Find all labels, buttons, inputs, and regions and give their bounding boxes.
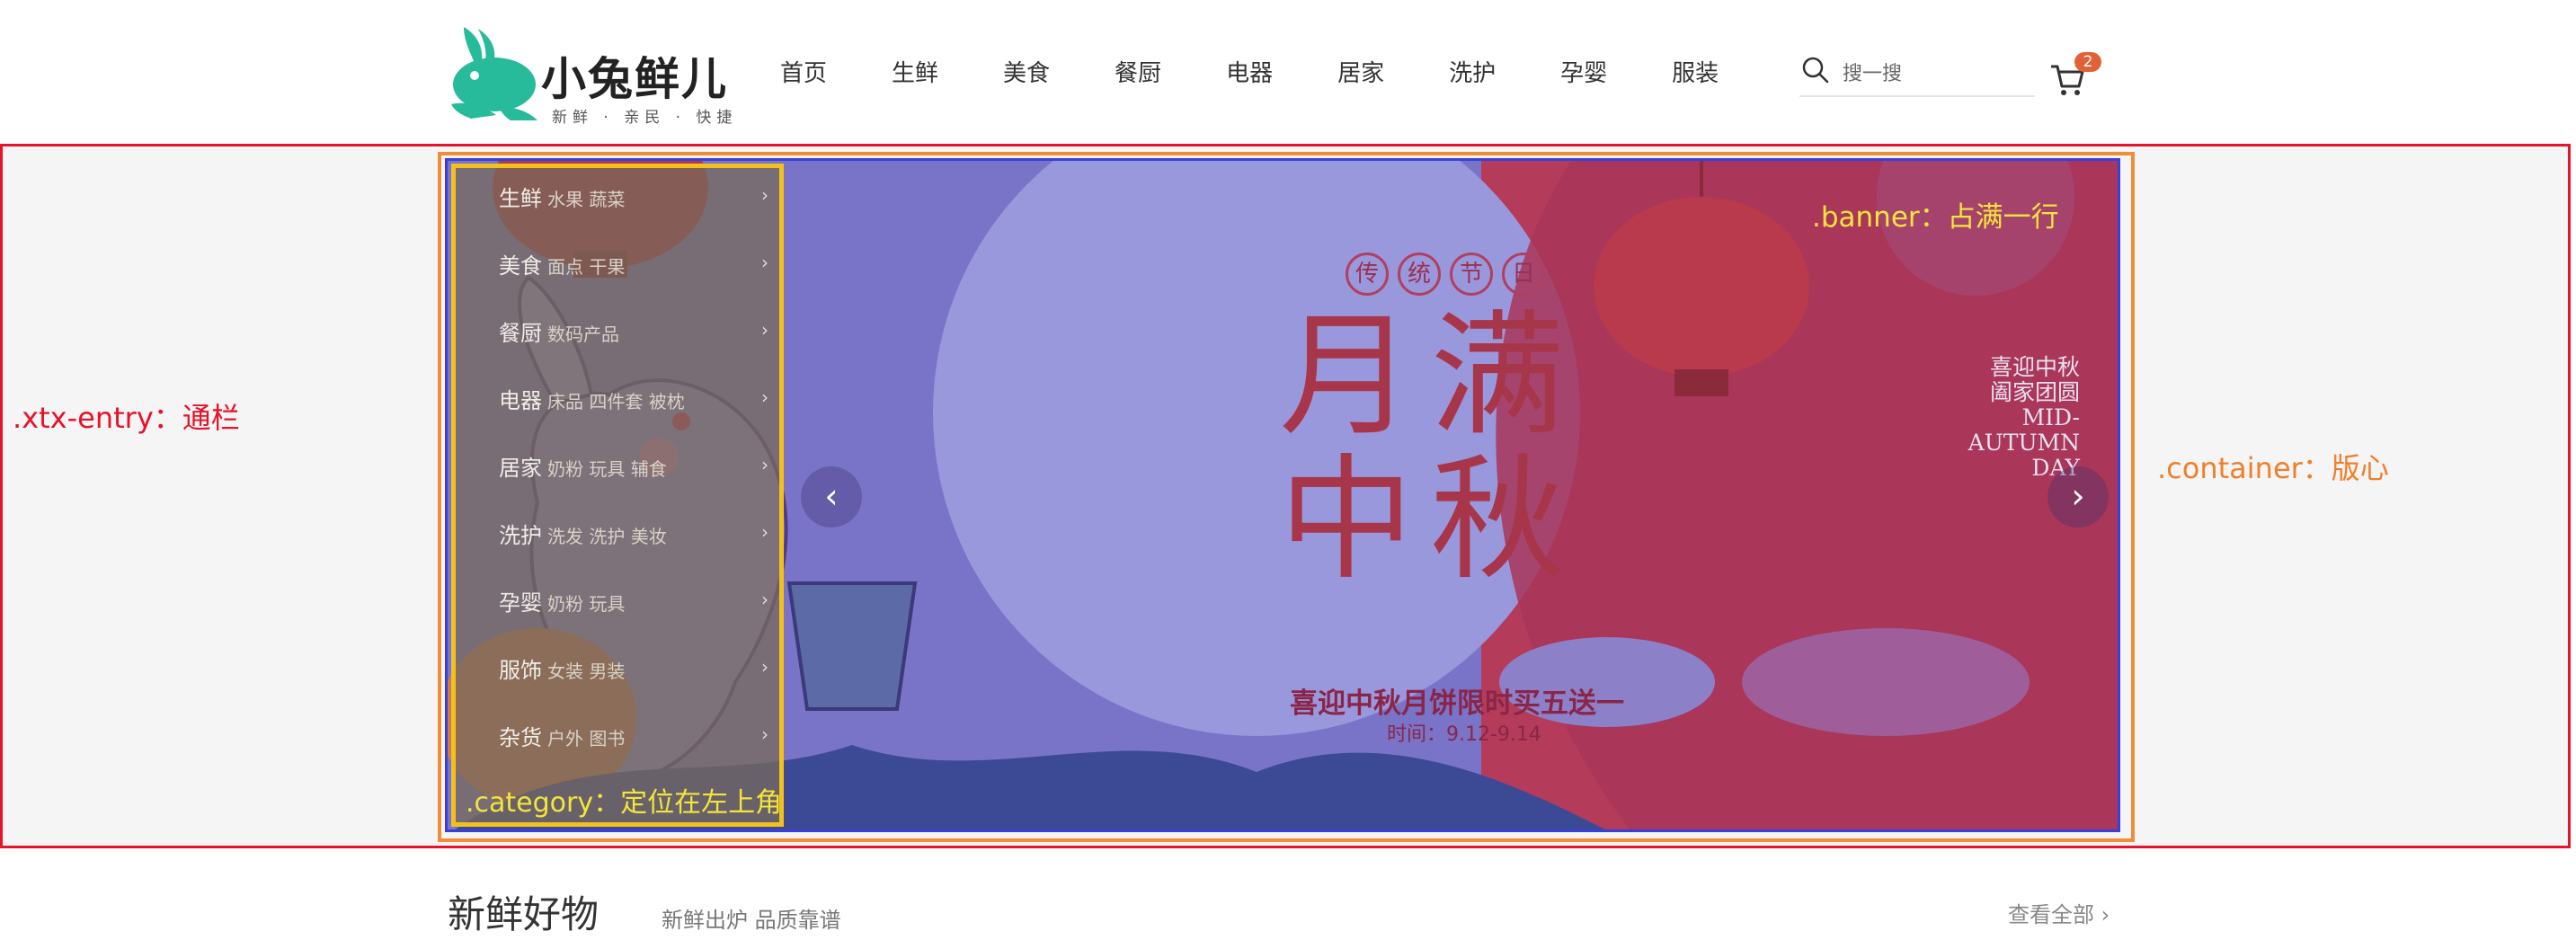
category-name: 孕婴 [499,590,542,616]
main-nav: 首页 生鲜 美食 餐厨 电器 居家 洗护 孕婴 服装 [780,54,1783,93]
tag-char: 日 [1502,253,1545,296]
cart-button[interactable]: 2 [2049,52,2101,95]
view-all-link[interactable]: 查看全部 › [2008,897,2110,928]
search-box [1799,52,2035,97]
section-title: 新鲜好物 [448,892,600,936]
nav-item-fresh[interactable]: 生鲜 [892,54,938,93]
category-name: 服饰 [499,658,542,683]
chevron-right-icon: › [761,589,768,610]
banner-side-text: 喜迎中秋 阖家团圆 MID- AUTUMN DAY [1968,354,2080,481]
chevron-right-icon: › [761,184,768,206]
category-sub: 数码产品 [547,324,619,345]
category-item[interactable]: 电器 床品 四件套 被枕 › [499,383,768,419]
chevron-right-icon: › [761,454,768,475]
category-name: 餐厨 [499,321,542,346]
category-name: 美食 [499,253,542,279]
brand-name: 小兔鲜儿 [541,53,728,105]
category-item[interactable]: 杂货 户外 图书 › [499,720,768,756]
entry-annotation: .xtx-entry：通栏 [13,401,240,435]
category-sub: 户外 图书 [547,728,626,749]
banner-title: 月满中秋 [1279,298,1582,599]
nav-item-kitchen[interactable]: 餐厨 [1115,54,1161,93]
category-sub: 奶粉 玩具 辅食 [547,458,667,480]
search-icon[interactable] [1801,56,1830,84]
logo[interactable]: 小兔鲜儿 新鲜 · 亲民 · 快捷 [448,25,738,127]
tag-char: 节 [1450,253,1493,296]
section-subtitle: 新鲜出炉 品质靠谱 [662,908,841,933]
nav-item-home[interactable]: 首页 [780,54,827,93]
container-annotation: .container：版心 [2157,451,2389,485]
category-name: 杂货 [499,725,542,750]
category-name: 电器 [499,388,542,413]
category-item[interactable]: 居家 奶粉 玩具 辅食 › [499,450,768,486]
cart-count-badge: 2 [2074,52,2101,72]
nav-item-clothing[interactable]: 服装 [1672,54,1719,93]
chevron-right-icon: › [761,386,768,408]
nav-item-home-living[interactable]: 居家 [1337,54,1384,93]
nav-item-food[interactable]: 美食 [1003,54,1050,93]
site-header: 小兔鲜儿 新鲜 · 亲民 · 快捷 首页 生鲜 美食 餐厨 电器 居家 洗护 孕… [0,0,2576,144]
rabbit-logo-icon [451,27,537,120]
search-input[interactable] [1841,58,2024,90]
chevron-right-icon: › [761,656,768,678]
chevron-right-icon: › [761,319,768,341]
prev-slide-button[interactable]: ‹ [801,466,862,528]
nav-item-care[interactable]: 洗护 [1449,54,1496,93]
category-sub: 奶粉 玩具 [547,593,626,615]
banner-date: 时间：9.12-9.14 [1387,723,1541,746]
chevron-right-icon: › [761,252,768,273]
category-item[interactable]: 洗护 洗发 洗护 美妆 › [499,518,768,554]
festival-tag: 传 统 节 日 [1346,253,1554,296]
tag-char: 传 [1346,253,1389,296]
category-sub: 女装 男装 [547,661,626,682]
brand-slogan: 新鲜 · 亲民 · 快捷 [552,109,738,127]
chevron-right-icon: › [761,723,768,745]
category-item[interactable]: 餐厨 数码产品 › [499,315,768,351]
nav-item-baby[interactable]: 孕婴 [1560,54,1607,93]
category-item[interactable]: 美食 面点 干果 › [499,248,768,284]
category-name: 居家 [499,456,542,481]
category-sub: 面点 干果 [547,256,626,278]
category-sub: 洗发 洗护 美妆 [547,526,667,547]
category-item[interactable]: 服饰 女装 男装 › [499,652,768,688]
banner-subtitle: 喜迎中秋月饼限时买五送一 [1290,687,1624,720]
category-name: 生鲜 [499,186,542,211]
category-menu: 生鲜 水果 蔬菜 › 美食 面点 干果 › 餐厨 数码产品 › 电器 床品 四件套 被枕 › 居… [451,164,784,827]
category-sub: 水果 蔬菜 [547,189,626,210]
tag-char: 统 [1398,253,1441,296]
banner-annotation: .banner：占满一行 [1812,201,2059,234]
category-item[interactable]: 孕婴 奶粉 玩具 › [499,585,768,621]
next-slide-button[interactable]: › [2047,466,2109,528]
nav-item-appliance[interactable]: 电器 [1226,54,1273,93]
category-annotation: .category：定位在左上角 [466,787,783,819]
category-sub: 床品 四件套 被枕 [547,391,685,412]
chevron-right-icon: › [761,521,768,543]
category-item[interactable]: 生鲜 水果 蔬菜 › [499,181,768,217]
category-name: 洗护 [499,523,542,548]
